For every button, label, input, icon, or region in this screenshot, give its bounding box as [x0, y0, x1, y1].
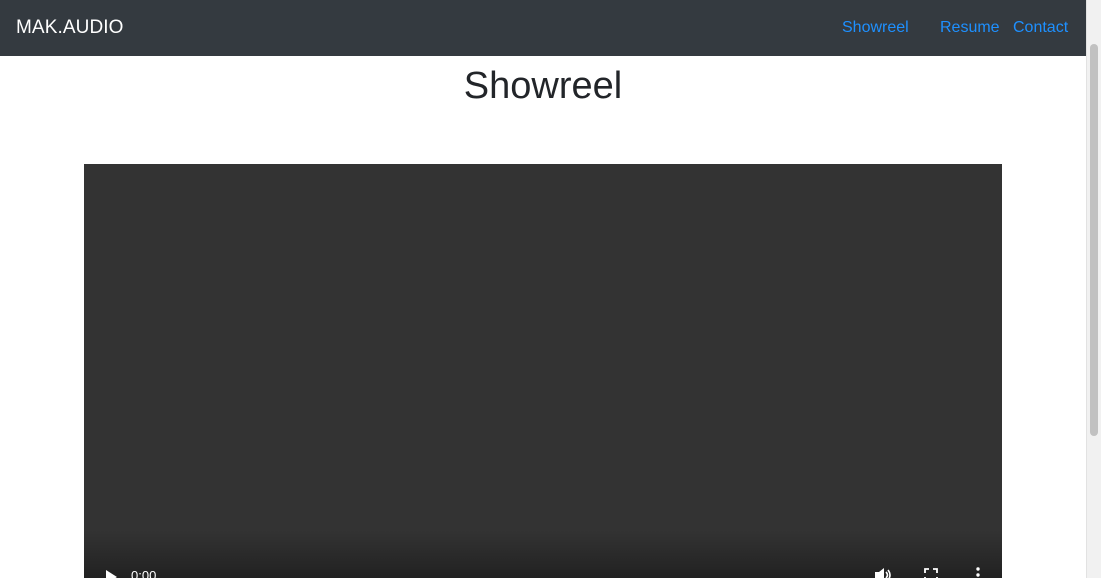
video-controls-background: [84, 530, 1002, 578]
video-time: 0:00: [131, 568, 157, 578]
navbar: MAK.AUDIO Showreel Resume Contact: [0, 0, 1086, 56]
nav-link-showreel[interactable]: Showreel: [842, 19, 909, 37]
play-icon[interactable]: [104, 569, 118, 578]
nav-link-contact[interactable]: Contact: [1013, 19, 1068, 37]
more-icon[interactable]: [974, 567, 982, 578]
page: MAK.AUDIO Showreel Resume Contact Showre…: [0, 0, 1101, 578]
fullscreen-icon[interactable]: [924, 568, 938, 578]
video-player[interactable]: 0:00: [84, 164, 1002, 578]
vertical-scrollbar[interactable]: [1086, 0, 1101, 578]
nav-link-resume[interactable]: Resume: [940, 19, 1000, 37]
scrollbar-thumb[interactable]: [1090, 44, 1098, 436]
brand-link[interactable]: MAK.AUDIO: [16, 17, 124, 39]
page-title: Showreel: [463, 65, 623, 107]
volume-icon[interactable]: [874, 567, 892, 578]
